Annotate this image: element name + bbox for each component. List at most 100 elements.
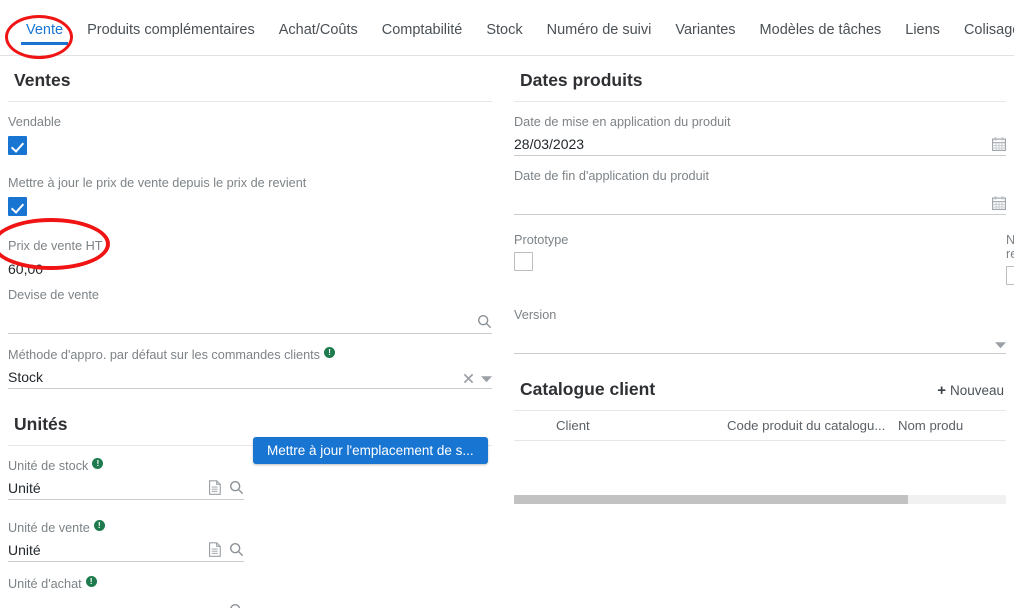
checkbox-prototype[interactable]: [514, 252, 533, 271]
label-text: Devise de vente: [8, 288, 99, 302]
column-header-code-produit[interactable]: Code produit du catalogu...: [721, 418, 892, 433]
info-icon[interactable]: [324, 346, 336, 358]
label-text: Date de fin d'application du produit: [514, 169, 709, 183]
label-text: Non renouvelé: [1006, 233, 1014, 261]
tab-label: Numéro de suivi: [546, 22, 652, 38]
section-title-dates-produits: Dates produits: [514, 62, 1006, 102]
tab-label: Variantes: [675, 22, 736, 38]
field-prix-vente-ht: Prix de vente HT 60,00: [8, 237, 492, 280]
field-label: Prototype: [514, 233, 760, 247]
field-maj-prix-vente: Mettre à jour le prix de vente depuis le…: [8, 174, 492, 221]
tab-produits-complementaires[interactable]: Produits complémentaires: [75, 0, 267, 54]
checkbox-maj-prix-vente[interactable]: [8, 197, 27, 216]
document-icon[interactable]: [208, 480, 222, 495]
field-value: 28/03/2023: [514, 136, 585, 152]
left-column: Ventes Vendable Mettre à jour le prix de…: [8, 62, 492, 608]
tab-label: Liens: [905, 22, 940, 38]
field-label: Version: [514, 308, 556, 322]
field-icons: [208, 542, 244, 560]
calendar-icon[interactable]: [992, 196, 1006, 210]
section-title-catalogue-client: Catalogue client: [520, 379, 656, 399]
field-icons: [992, 137, 1006, 154]
search-icon[interactable]: [229, 542, 244, 557]
input-unite-stock[interactable]: Unité: [8, 475, 244, 500]
field-label: Unité de vente: [8, 519, 105, 535]
update-stock-location-button[interactable]: Mettre à jour l'emplacement de s...: [253, 437, 488, 464]
search-icon[interactable]: [229, 480, 244, 495]
field-label: Unité d'achat: [8, 575, 97, 591]
tab-label: Stock: [486, 22, 523, 38]
input-unite-achat[interactable]: [8, 593, 244, 608]
field-value: 60,00: [8, 261, 44, 277]
tab-variantes[interactable]: Variantes: [663, 0, 747, 54]
field-label: Méthode d'appro. par défaut sur les comm…: [8, 346, 336, 362]
input-date-fin-application[interactable]: [514, 185, 1006, 215]
tab-modeles-de-taches[interactable]: Modèles de tâches: [748, 0, 894, 54]
field-value: Unité: [8, 480, 41, 496]
label-text: Méthode d'appro. par défaut sur les comm…: [8, 348, 321, 362]
tab-numero-de-suivi[interactable]: Numéro de suivi: [535, 0, 664, 54]
document-icon[interactable]: [208, 542, 222, 557]
select-methode-appro[interactable]: Stock: [8, 364, 492, 389]
new-button-label: Nouveau: [949, 383, 1004, 398]
product-sales-tab-page: Vente Produits complémentaires Achat/Coû…: [0, 0, 1014, 608]
info-icon[interactable]: [92, 457, 104, 469]
label-text: Vendable: [8, 115, 61, 129]
tab-label: Achat/Coûts: [278, 22, 358, 38]
field-version: Version: [514, 306, 1006, 354]
field-label: Mettre à jour le prix de vente depuis le…: [8, 176, 306, 190]
search-icon[interactable]: [229, 603, 244, 608]
tab-label: Modèles de tâches: [759, 22, 882, 38]
label-text: Unité de vente: [8, 521, 90, 535]
label-text: Date de mise en application du produit: [514, 115, 731, 129]
label-text: Unité de stock: [8, 459, 89, 473]
catalogue-table-body: [514, 441, 1006, 489]
field-devise-vente: Devise de vente: [8, 286, 492, 334]
tab-list: Vente Produits complémentaires Achat/Coû…: [0, 0, 1014, 56]
label-text: Unité d'achat: [8, 577, 82, 591]
new-catalogue-entry-button[interactable]: + Nouveau: [937, 382, 1006, 399]
caret-down-icon[interactable]: [995, 341, 1006, 349]
column-header-client[interactable]: Client: [514, 418, 721, 433]
info-icon[interactable]: [85, 575, 97, 587]
tab-label: Colisage: [963, 22, 1014, 38]
field-methode-appro: Méthode d'appro. par défaut sur les comm…: [8, 346, 492, 389]
field-unite-vente: Unité de vente Unité: [8, 519, 492, 562]
tab-colisage[interactable]: Colisage: [952, 0, 1014, 54]
column-header-nom-produit[interactable]: Nom produ: [892, 418, 1006, 433]
field-icons: [229, 603, 244, 608]
catalogue-horizontal-scrollbar[interactable]: [514, 495, 1006, 504]
scrollbar-thumb[interactable]: [514, 495, 908, 504]
label-text: Prix de vente HT: [8, 239, 103, 253]
field-label: Unité de stock: [8, 457, 104, 473]
caret-down-icon[interactable]: [481, 375, 492, 383]
plus-icon: +: [937, 382, 946, 399]
calendar-icon[interactable]: [992, 137, 1006, 151]
search-icon[interactable]: [477, 314, 492, 329]
tab-achat-couts[interactable]: Achat/Coûts: [267, 0, 370, 54]
input-unite-vente[interactable]: Unité: [8, 537, 244, 562]
input-devise-vente[interactable]: [8, 304, 492, 334]
field-non-renouvele: Non renouvelé: [760, 233, 1014, 290]
info-icon[interactable]: [93, 519, 105, 531]
tab-comptabilite[interactable]: Comptabilité: [370, 0, 475, 54]
tab-liens[interactable]: Liens: [893, 0, 952, 54]
clear-icon[interactable]: [463, 373, 474, 384]
input-date-mise-en-application[interactable]: 28/03/2023: [514, 131, 1006, 156]
field-icons: [477, 314, 492, 332]
label-text: Version: [514, 308, 557, 322]
label-text: Prototype: [514, 233, 569, 247]
field-unite-achat: Unité d'achat: [8, 575, 492, 608]
tab-label: Produits complémentaires: [87, 22, 255, 38]
tab-vente[interactable]: Vente: [14, 0, 75, 54]
catalogue-table-header: Client Code produit du catalogu... Nom p…: [514, 411, 1006, 441]
select-version[interactable]: [514, 324, 1006, 354]
input-prix-vente-ht[interactable]: 60,00: [8, 255, 492, 280]
tab-stock[interactable]: Stock: [474, 0, 534, 54]
checkbox-non-renouvele[interactable]: [1006, 266, 1014, 285]
field-date-fin-application: Date de fin d'application du produit: [514, 167, 1006, 215]
section-title-ventes: Ventes: [8, 62, 492, 102]
checkbox-vendable[interactable]: [8, 136, 27, 155]
field-icons: [208, 480, 244, 498]
tab-label: Comptabilité: [381, 22, 463, 38]
